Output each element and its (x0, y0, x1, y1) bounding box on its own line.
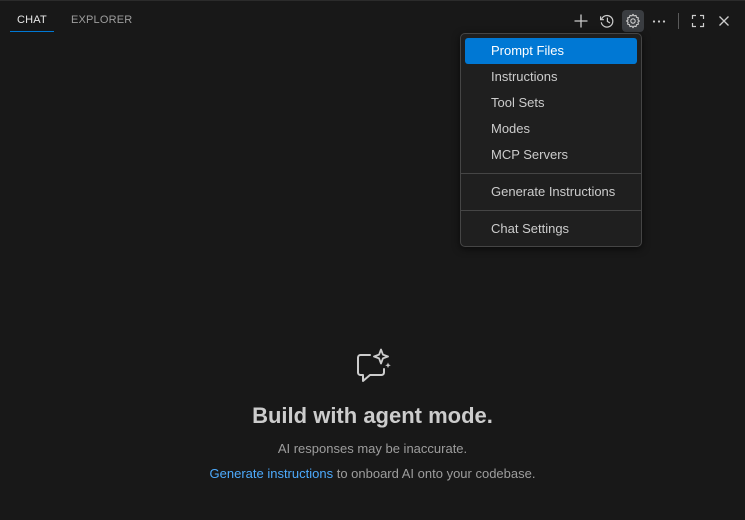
welcome-view: Build with agent mode. AI responses may … (0, 347, 745, 482)
chat-sparkle-icon (356, 348, 391, 382)
onboard-hint: Generate instructions to onboard AI onto… (0, 466, 745, 482)
onboard-hint-text: to onboard AI onto your codebase. (333, 466, 536, 481)
tab-explorer[interactable]: EXPLORER (64, 7, 140, 31)
panel-tabs: CHAT EXPLORER (10, 7, 149, 33)
tab-chat[interactable]: CHAT (10, 7, 54, 32)
maximize-icon (691, 14, 705, 28)
menu-item-prompt-files[interactable]: Prompt Files (465, 38, 637, 64)
settings-dropdown-menu: Prompt Files Instructions Tool Sets Mode… (460, 33, 642, 247)
welcome-title: Build with agent mode. (252, 403, 493, 428)
menu-item-generate-instructions[interactable]: Generate Instructions (465, 179, 637, 205)
menu-item-mcp-servers[interactable]: MCP Servers (465, 142, 637, 168)
history-icon (600, 14, 614, 28)
maximize-button[interactable] (687, 10, 709, 32)
menu-divider (461, 210, 641, 211)
more-actions-button[interactable] (648, 10, 670, 32)
history-button[interactable] (596, 10, 618, 32)
settings-button[interactable] (622, 10, 644, 32)
close-button[interactable] (713, 10, 735, 32)
close-icon (719, 16, 729, 26)
panel-toolbar (566, 10, 735, 32)
disclaimer-text: AI responses may be inaccurate. (277, 441, 468, 456)
chat-panel: CHAT EXPLORER Prompt Files Instructions … (0, 0, 745, 520)
new-chat-button[interactable] (570, 10, 592, 32)
toolbar-divider (678, 13, 679, 29)
menu-item-tool-sets[interactable]: Tool Sets (465, 90, 637, 116)
menu-divider (461, 173, 641, 174)
plus-icon (574, 14, 588, 28)
menu-item-chat-settings[interactable]: Chat Settings (465, 216, 637, 242)
gear-icon (626, 13, 640, 29)
menu-item-modes[interactable]: Modes (465, 116, 637, 142)
generate-instructions-link[interactable]: Generate instructions (210, 466, 334, 481)
menu-item-instructions[interactable]: Instructions (465, 64, 637, 90)
ellipsis-icon (652, 20, 666, 23)
